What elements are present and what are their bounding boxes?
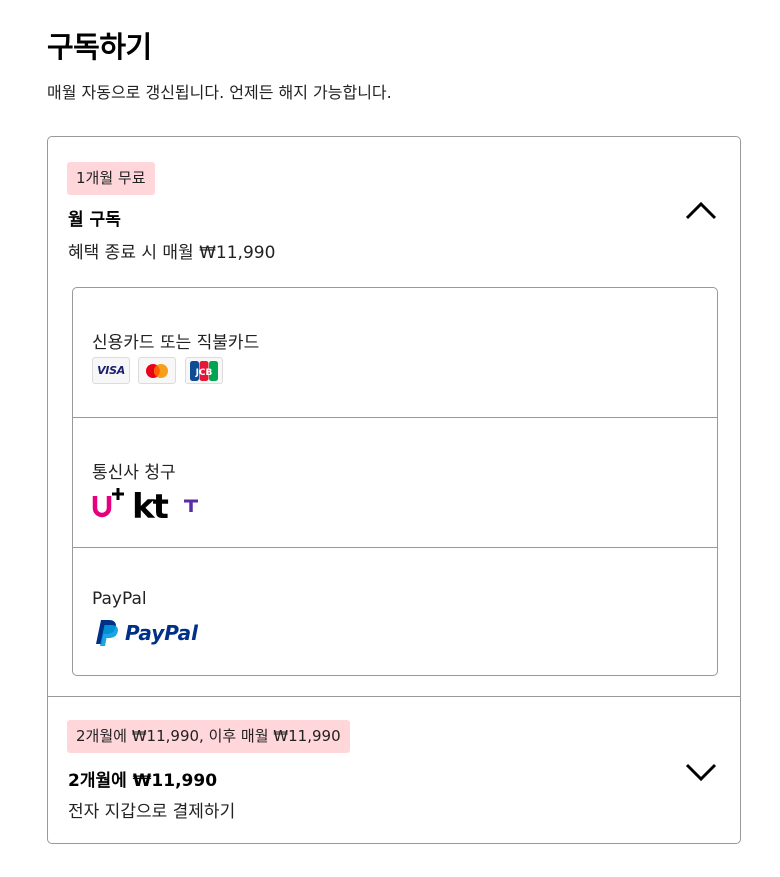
page-subtitle: 매월 자동으로 갱신됩니다. 언제든 해지 가능합니다. (47, 83, 392, 102)
chevron-up-icon[interactable] (684, 200, 718, 222)
plan-monthly-description: 혜택 종료 시 매월 ₩11,990 (68, 243, 276, 263)
payment-method-card[interactable]: 신용카드 또는 직불카드 VISA JCB (73, 288, 717, 418)
payment-method-carrier[interactable]: 통신사 청구 kt (73, 418, 717, 548)
paypal-icon: PayPal (92, 618, 212, 652)
plan-two-month[interactable]: 2개월에 ₩11,990, 이후 매월 ₩11,990 2개월에 ₩11,990… (48, 697, 740, 843)
plan-monthly-badge: 1개월 무료 (67, 162, 155, 195)
payment-method-paypal-label: PayPal (92, 589, 147, 609)
payment-methods: 신용카드 또는 직불카드 VISA JCB 통신사 청구 kt PayPal P… (72, 287, 718, 676)
plan-monthly-name[interactable]: 월 구독 (68, 205, 121, 230)
jcb-logo-text: JCB (195, 368, 213, 378)
carrier-logos: kt (92, 487, 212, 527)
mastercard-icon (138, 357, 176, 384)
paypal-logo-text: PayPal (125, 621, 199, 645)
plan-two-month-name: 2개월에 ₩11,990 (68, 771, 218, 791)
payment-method-carrier-label: 통신사 청구 (92, 463, 176, 483)
plan-two-month-badge: 2개월에 ₩11,990, 이후 매월 ₩11,990 (67, 720, 350, 753)
page-title: 구독하기 (47, 30, 152, 64)
subscription-plans: 1개월 무료 월 구독 혜택 종료 시 매월 ₩11,990 신용카드 또는 직… (47, 136, 741, 844)
chevron-down-icon[interactable] (684, 761, 718, 783)
plan-monthly: 1개월 무료 월 구독 혜택 종료 시 매월 ₩11,990 신용카드 또는 직… (48, 137, 740, 697)
lg-uplus-icon (92, 488, 124, 518)
visa-logo-text: VISA (97, 364, 125, 377)
kt-icon: kt (132, 488, 169, 522)
jcb-icon: JCB (185, 357, 223, 384)
skt-icon (184, 499, 198, 512)
payment-method-card-label: 신용카드 또는 직불카드 (92, 333, 260, 353)
plan-two-month-description: 전자 지갑으로 결제하기 (68, 802, 236, 822)
payment-method-paypal[interactable]: PayPal PayPal (73, 548, 717, 675)
visa-icon: VISA (92, 357, 130, 384)
